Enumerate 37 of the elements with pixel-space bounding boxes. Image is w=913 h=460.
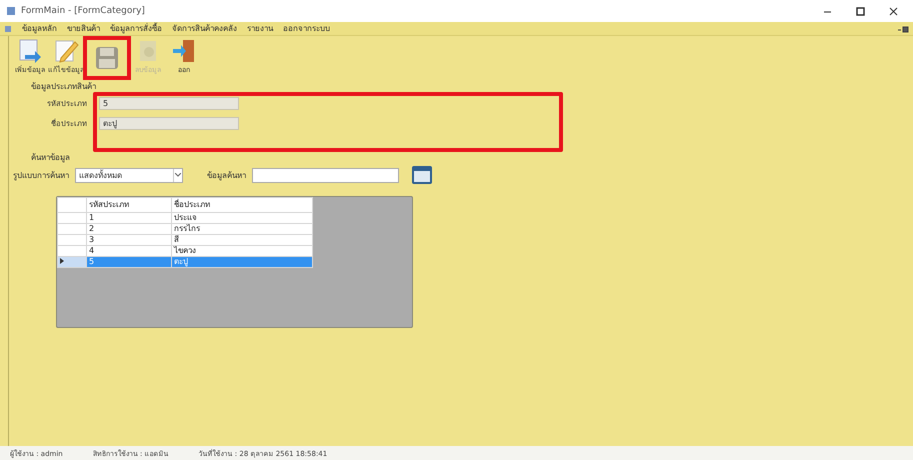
table-cell: 3 [86, 234, 172, 246]
column-header[interactable]: ชื่อประเภท [172, 198, 312, 212]
window-title: FormMain - [FormCategory] [21, 6, 145, 16]
table-row[interactable]: 1 ประแจ [58, 212, 312, 224]
table-cell: กรรไกร [172, 224, 312, 234]
menu-item[interactable]: ข้อมูลการสั่งซื้อ [110, 22, 162, 35]
menu-item[interactable]: รายงาน [247, 22, 273, 35]
search-field[interactable] [252, 168, 399, 182]
menu-item[interactable]: ข้อมูลหลัก [22, 22, 57, 35]
group-title: ค้นหาข้อมูล [31, 152, 71, 164]
field-label: ข้อมูลค้นหา [207, 170, 246, 182]
table-cell: ตะปู [172, 256, 312, 268]
table-row[interactable]: 3 สี [58, 234, 312, 246]
menu-item[interactable]: จัดการสินค้าคงคลัง [172, 22, 237, 35]
table-cell: สี [172, 234, 312, 246]
menu-item[interactable]: ออกจากระบบ [283, 22, 330, 35]
table-cell: ประแจ [172, 212, 312, 224]
input-field[interactable]: 5 [99, 96, 239, 110]
table-row[interactable]: 2 กรรไกร [58, 224, 312, 234]
caret-icon [173, 168, 182, 182]
table-cell: 2 [86, 224, 172, 234]
door-exit-icon [171, 38, 197, 64]
column-header[interactable]: รหัสประเภท [86, 198, 172, 212]
table-cell: 1 [86, 212, 172, 224]
menu-item[interactable]: ขายสินค้า [67, 22, 100, 35]
search-mode-dropdown[interactable]: แสดงทั้งหมด [75, 168, 183, 182]
input-field[interactable]: ตะปู [99, 116, 239, 130]
field-label: รูปแบบการค้นหา [13, 170, 69, 182]
row-pointer-icon [60, 258, 64, 264]
app-icon [6, 6, 16, 16]
document-plus-icon [17, 38, 43, 64]
pencil-paper-icon [53, 38, 79, 64]
table-cell: 5 [86, 256, 172, 268]
calendar-icon[interactable] [411, 165, 433, 185]
save-button[interactable] [85, 38, 129, 78]
group-title: ข้อมูลประเภทสินค้า [31, 81, 97, 93]
restore-icon[interactable] [897, 24, 909, 32]
